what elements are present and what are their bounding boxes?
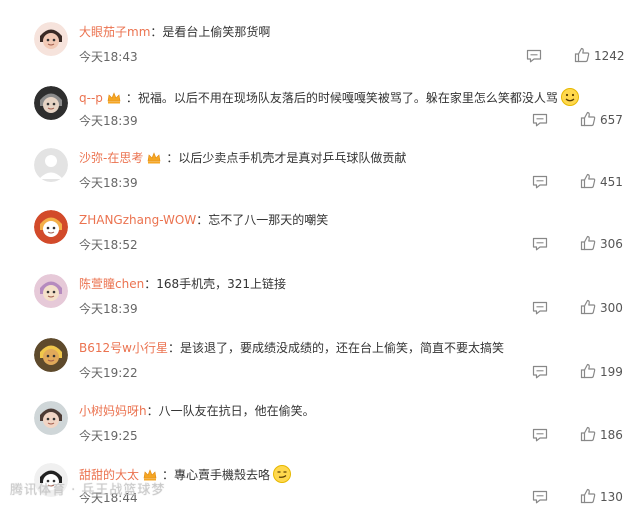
separator: ： (150, 25, 163, 39)
username-link[interactable]: 小树妈妈呀h (79, 404, 147, 418)
comment-text: 專心賣手機殼去咯 (174, 468, 271, 482)
comment-text: 是看台上偷笑那货啊 (162, 25, 271, 39)
like-count[interactable]: 451 (600, 174, 623, 190)
separator: ： (125, 91, 138, 105)
username-link[interactable]: ZHANGzhang-WOW (79, 213, 196, 227)
separator: ： (166, 151, 179, 165)
comment-reply-icon[interactable] (532, 489, 548, 504)
comment-reply-icon[interactable] (532, 364, 548, 379)
comment-time: 今天18:52 (79, 238, 138, 252)
comment-line: 大眼茄子mm：是看台上偷笑那货啊 (79, 24, 270, 40)
like-count[interactable]: 300 (600, 300, 623, 316)
comment-text: 是该退了，要成绩没成绩的，还在台上偷笑，简直不要太搞笑 (179, 341, 504, 355)
user-avatar[interactable] (34, 401, 68, 435)
comment-time: 今天18:43 (79, 50, 138, 64)
user-avatar[interactable] (34, 338, 68, 372)
crown-badge-icon (107, 92, 121, 108)
username-link[interactable]: B612号w小行星 (79, 341, 168, 355)
comment-item: B612号w小行星：是该退了，要成绩没成绩的，还在台上偷笑，简直不要太搞笑 今天1… (0, 338, 640, 400)
separator: ： (162, 468, 175, 482)
user-avatar[interactable] (34, 274, 68, 308)
comment-reply-icon[interactable] (532, 427, 548, 442)
comment-item: q--p ：祝福。以后不用在现场队友落后的时候嘎嘎笑被骂了。躲在家里怎么笑都没人骂… (0, 86, 640, 148)
separator: ： (196, 213, 209, 227)
comment-text: 忘不了八一那天的嘲笑 (208, 213, 329, 227)
comment-line: B612号w小行星：是该退了，要成绩没成绩的，还在台上偷笑，简直不要太搞笑 (79, 340, 504, 356)
user-avatar[interactable] (34, 148, 68, 182)
comment-item: 小树妈妈呀h：八一队友在抗日，他在偷笑。 今天19:25 186 (0, 401, 640, 463)
comment-text: 以后少卖点手机壳才是真对乒乓球队做贡献 (178, 151, 407, 165)
thumbs-up-icon[interactable] (580, 363, 596, 379)
comment-text: 八一队友在抗日，他在偷笑。 (158, 404, 315, 418)
comment-time: 今天18:39 (79, 176, 138, 190)
watermark: 腾讯体育 · 兵王战篮球梦 (10, 483, 166, 498)
comment-text: 168手机壳，321上链接 (156, 277, 287, 291)
like-count[interactable]: 186 (600, 427, 623, 443)
like-count[interactable]: 199 (600, 364, 623, 380)
username-link[interactable]: q--p (79, 91, 103, 105)
user-avatar[interactable] (34, 86, 68, 120)
username-link[interactable]: 沙弥-在思考 (79, 151, 143, 165)
thumbs-up-icon[interactable] (580, 111, 596, 127)
crown-badge-icon (147, 152, 161, 168)
username-link[interactable]: 陈萱瞳chen (79, 277, 144, 291)
comment-item: ZHANGzhang-WOW：忘不了八一那天的嘲笑 今天18:52 306 (0, 210, 640, 272)
separator: ： (146, 404, 159, 418)
comment-time: 今天18:39 (79, 302, 138, 316)
user-avatar[interactable] (34, 22, 68, 56)
comment-line: ZHANGzhang-WOW：忘不了八一那天的嘲笑 (79, 212, 328, 228)
comment-time: 今天19:22 (79, 366, 138, 380)
comment-line: 陈萱瞳chen：168手机壳，321上链接 (79, 276, 286, 292)
thumbs-up-icon[interactable] (580, 488, 596, 504)
comment-time: 今天18:39 (79, 114, 138, 128)
comment-line: 小树妈妈呀h：八一队友在抗日，他在偷笑。 (79, 403, 315, 419)
comment-reply-icon[interactable] (526, 48, 542, 63)
separator: ： (144, 277, 157, 291)
username-link[interactable]: 甜甜的大太 (79, 468, 139, 482)
like-count[interactable]: 306 (600, 236, 623, 252)
comment-reply-icon[interactable] (532, 174, 548, 189)
thumbs-up-icon[interactable] (580, 235, 596, 251)
comment-reply-icon[interactable] (532, 112, 548, 127)
comment-line: 沙弥-在思考 ：以后少卖点手机壳才是真对乒乓球队做贡献 (79, 150, 406, 168)
like-count[interactable]: 657 (600, 112, 623, 128)
comment-reply-icon[interactable] (532, 300, 548, 315)
like-count[interactable]: 130 (600, 489, 623, 505)
thumbs-up-icon[interactable] (580, 299, 596, 315)
username-link[interactable]: 大眼茄子mm (79, 25, 150, 39)
thumbs-up-icon[interactable] (580, 173, 596, 189)
comment-item: 沙弥-在思考 ：以后少卖点手机壳才是真对乒乓球队做贡献今天18:39 451 (0, 148, 640, 210)
thumbs-up-icon[interactable] (574, 47, 590, 63)
comment-reply-icon[interactable] (532, 236, 548, 251)
comment-item: 陈萱瞳chen：168手机壳，321上链接 今天18:39 300 (0, 274, 640, 336)
like-count[interactable]: 1242 (594, 48, 625, 64)
comment-text: 祝福。以后不用在现场队友落后的时候嘎嘎笑被骂了。躲在家里怎么笑都没人骂 (137, 91, 558, 105)
comment-line: q--p ：祝福。以后不用在现场队友落后的时候嘎嘎笑被骂了。躲在家里怎么笑都没人骂 (79, 88, 579, 110)
user-avatar[interactable] (34, 210, 68, 244)
smile-emoji-icon (560, 88, 579, 110)
comment-item: 大眼茄子mm：是看台上偷笑那货啊 今天18:43 1242 (0, 22, 640, 84)
smirk-emoji-icon (273, 465, 292, 487)
comment-time: 今天19:25 (79, 429, 138, 443)
thumbs-up-icon[interactable] (580, 426, 596, 442)
separator: ： (167, 341, 180, 355)
